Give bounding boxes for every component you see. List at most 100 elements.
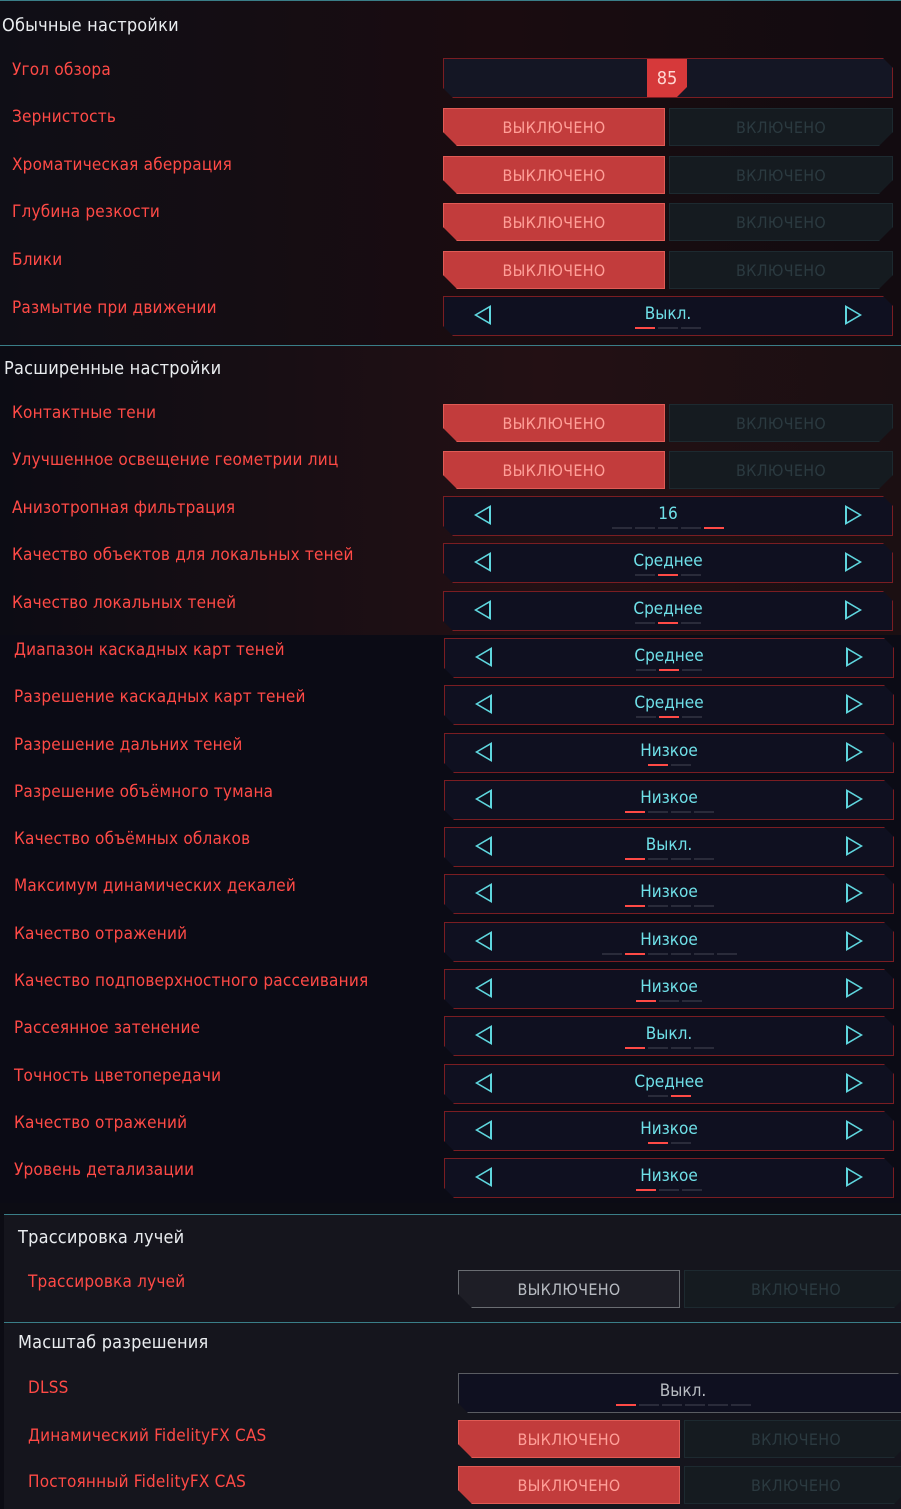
toggle-on-option[interactable]: ВКЛЮЧЕНО [669,251,893,289]
selector-step [612,527,632,529]
toggle-switch: ВЫКЛЮЧЕНО ВКЛЮЧЕНО [443,156,893,196]
selector-step [659,1000,679,1002]
selector-step [648,1047,668,1049]
toggle-off-option[interactable]: ВЫКЛЮЧЕНО [458,1420,680,1458]
selector-step [694,1047,714,1049]
selector-steps [445,1047,893,1049]
selector-value: Низкое [640,1166,698,1186]
selector-value: Низкое [640,977,698,997]
selector-step [635,527,655,529]
setting-label: Диапазон каскадных карт теней [14,640,285,660]
toggle-switch: ВЫКЛЮЧЕНО ВКЛЮЧЕНО [443,451,893,491]
selector-step [625,905,645,907]
fov-slider-knob[interactable]: 85 [647,59,687,97]
selector-step [704,527,724,529]
selector-step [648,905,668,907]
toggle-off-option[interactable]: ВЫКЛЮЧЕНО [443,451,665,489]
selector-step [682,1000,702,1002]
selector-value: Низкое [640,882,698,902]
option-selector: Низкое [444,969,894,1009]
setting-label: Максимум динамических декалей [14,876,296,896]
selector-steps [444,622,892,624]
selector-step [635,622,655,624]
selector-steps [445,669,893,671]
selector-value: Среднее [634,693,704,713]
selector-step [658,327,678,329]
option-selector: Низкое [444,922,894,962]
toggle-off-option[interactable]: ВЫКЛЮЧЕНО [458,1270,680,1308]
toggle-on-option[interactable]: ВКЛЮЧЕНО [684,1270,901,1308]
option-selector: Выкл. [444,827,894,867]
toggle-off-option[interactable]: ВЫКЛЮЧЕНО [443,108,665,146]
selector-step [658,622,678,624]
selector-step [659,669,679,671]
selector-step [694,953,714,955]
selector-value: Выкл. [645,1024,693,1044]
option-selector: Низкое [444,1111,894,1151]
setting-label: Улучшенное освещение геометрии лиц [12,450,339,470]
toggle-on-option[interactable]: ВКЛЮЧЕНО [684,1466,901,1504]
setting-label: Качество отражений [14,1113,188,1133]
option-selector: Низкое [444,1158,894,1198]
selector-step [625,1047,645,1049]
selector-steps [444,574,892,576]
selector-step [662,1404,682,1406]
toggle-on-option[interactable]: ВКЛЮЧЕНО [669,451,893,489]
option-selector: Выкл. [443,296,893,336]
setting-label: Рассеянное затенение [14,1018,201,1038]
selector-value: Выкл. [659,1381,707,1401]
setting-label: Качество локальных теней [12,593,237,613]
toggle-on-option[interactable]: ВКЛЮЧЕНО [669,203,893,241]
selector-step [671,1095,691,1097]
setting-label: DLSS [28,1378,69,1398]
selector-step [636,716,656,718]
toggle-off-option[interactable]: ВЫКЛЮЧЕНО [443,203,665,241]
setting-label: Контактные тени [12,403,157,423]
setting-label: Качество объёмных облаков [14,829,251,849]
selector-step [671,811,691,813]
selector-step [625,811,645,813]
selector-step [671,764,691,766]
selector-step [635,327,655,329]
toggle-off-option[interactable]: ВЫКЛЮЧЕНО [443,404,665,442]
selector-step [731,1404,751,1406]
selector-step [648,953,668,955]
selector-value: Низкое [640,741,698,761]
selector-step [635,574,655,576]
toggle-off-option[interactable]: ВЫКЛЮЧЕНО [443,251,665,289]
selector-step [648,858,668,860]
toggle-on-option[interactable]: ВКЛЮЧЕНО [669,404,893,442]
fov-slider[interactable]: 85 [443,58,893,98]
selector-value: 16 [658,504,678,524]
toggle-off-option[interactable]: ВЫКЛЮЧЕНО [458,1466,680,1504]
selector-step [671,858,691,860]
option-selector: Среднее [443,591,893,631]
toggle-on-option[interactable]: ВКЛЮЧЕНО [669,156,893,194]
selector-step [682,716,702,718]
setting-label: Трассировка лучей [28,1272,186,1292]
option-selector: Низкое [444,780,894,820]
selector-step [681,622,701,624]
toggle-on-option[interactable]: ВКЛЮЧЕНО [684,1420,901,1458]
selector-steps [445,764,893,766]
selector-steps [445,858,893,860]
selector-step [616,1404,636,1406]
toggle-off-option[interactable]: ВЫКЛЮЧЕНО [443,156,665,194]
selector-step [648,764,668,766]
setting-label: Постоянный FidelityFX CAS [28,1472,247,1492]
selector-step [681,327,701,329]
selector-step [648,811,668,813]
selector-value: Среднее [634,646,704,666]
selector-step [671,905,691,907]
toggle-on-option[interactable]: ВКЛЮЧЕНО [669,108,893,146]
setting-label: Качество объектов для локальных теней [12,545,354,565]
selector-steps [445,1000,893,1002]
selector-steps [445,716,893,718]
option-selector: Среднее [444,638,894,678]
selector-value: Низкое [640,1119,698,1139]
selector-step [625,953,645,955]
selector-step [708,1404,728,1406]
selector-value: Низкое [640,930,698,950]
setting-label: Разрешение каскадных карт теней [14,687,306,707]
selector-step [659,716,679,718]
